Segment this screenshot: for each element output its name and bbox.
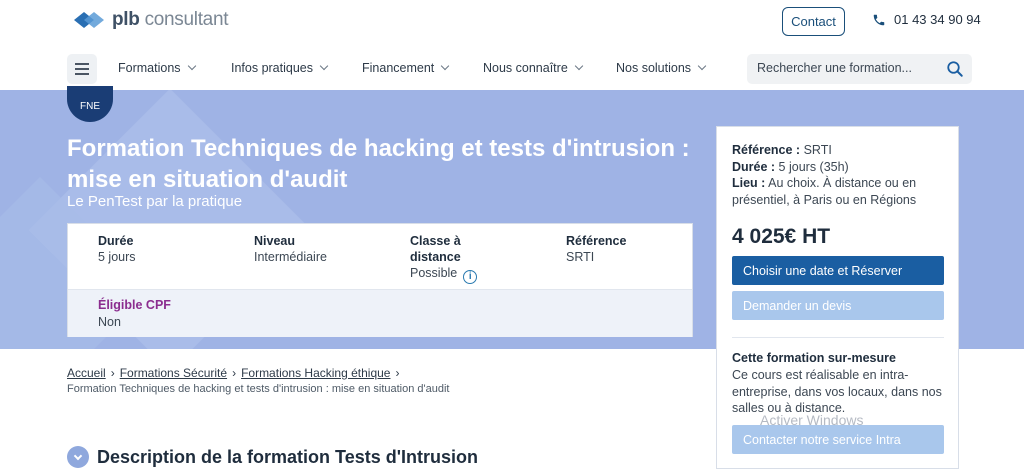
- cpf-row: Éligible CPF Non: [68, 290, 692, 337]
- search-input[interactable]: [757, 61, 937, 75]
- breadcrumb-current: Formation Techniques de hacking et tests…: [67, 383, 450, 395]
- info-duree: Durée 5 jours: [98, 234, 136, 264]
- chevron-down-icon: [441, 61, 450, 71]
- nav-nos-solutions[interactable]: Nos solutions: [616, 61, 707, 75]
- course-info-card: Durée 5 jours Niveau Intermédiaire Class…: [67, 223, 693, 337]
- main-nav: Formations Infos pratiques Financement N…: [0, 46, 1024, 90]
- chevron-down-icon: [697, 61, 707, 71]
- contact-intra-button[interactable]: Contacter notre service Intra: [732, 425, 944, 454]
- phone-link[interactable]: 01 43 34 90 94: [872, 12, 981, 27]
- nav-infos-pratiques[interactable]: Infos pratiques: [231, 61, 329, 75]
- description-section-header[interactable]: Description de la formation Tests d'Intr…: [67, 446, 478, 468]
- windows-watermark: Activer Windows: [760, 412, 864, 428]
- nav-nous-connaitre[interactable]: Nous connaître: [483, 61, 584, 75]
- info-niveau: Niveau Intermédiaire: [254, 234, 327, 264]
- search-box: [747, 54, 972, 84]
- breadcrumb: Accueil › Formations Sécurité › Formations H…: [67, 366, 400, 380]
- info-reference: Référence SRTI: [566, 234, 627, 264]
- custom-training-title: Cette formation sur-mesure: [732, 351, 896, 365]
- custom-training-text: Ce cours est réalisable en intra-entrepr…: [732, 368, 942, 415]
- nav-financement[interactable]: Financement: [362, 61, 450, 75]
- breadcrumb-securite[interactable]: Formations Sécurité: [120, 366, 227, 380]
- logo-text: plb consultant: [112, 9, 229, 30]
- chevron-down-icon: [574, 61, 584, 71]
- phone-icon: [873, 14, 885, 25]
- phone-number: 01 43 34 90 94: [894, 12, 981, 27]
- price: 4 025€ HT: [732, 225, 831, 248]
- page-subtitle: Le PenTest par la pratique: [67, 193, 243, 210]
- search-icon[interactable]: [946, 60, 964, 78]
- page-title: Formation Techniques de hacking et tests…: [67, 135, 690, 193]
- logo-icon: [74, 12, 104, 28]
- reserve-button[interactable]: Choisir une date et Réserver: [732, 256, 944, 285]
- nav-formations[interactable]: Formations: [118, 61, 196, 75]
- top-header: plb consultant Contact 01 43 34 90 94: [0, 0, 1024, 46]
- divider: [732, 337, 944, 338]
- chevron-down-icon: [67, 446, 89, 468]
- section-title: Description de la formation Tests d'Intr…: [97, 446, 478, 467]
- menu-icon[interactable]: [67, 54, 97, 84]
- info-classe-distance: Classe à distance Possible i: [410, 233, 478, 284]
- quote-button[interactable]: Demander un devis: [732, 291, 944, 320]
- contact-button[interactable]: Contact: [782, 7, 845, 36]
- breadcrumb-home[interactable]: Accueil: [67, 366, 106, 380]
- booking-details: Référence : SRTI Durée : 5 jours (35h) L…: [732, 143, 917, 207]
- breadcrumb-hacking[interactable]: Formations Hacking éthique: [241, 366, 390, 380]
- chevron-down-icon: [187, 61, 196, 71]
- info-cpf: Éligible CPF Non: [98, 298, 171, 329]
- logo[interactable]: plb consultant: [72, 8, 228, 32]
- chevron-down-icon: [319, 61, 329, 71]
- info-icon[interactable]: i: [463, 270, 478, 284]
